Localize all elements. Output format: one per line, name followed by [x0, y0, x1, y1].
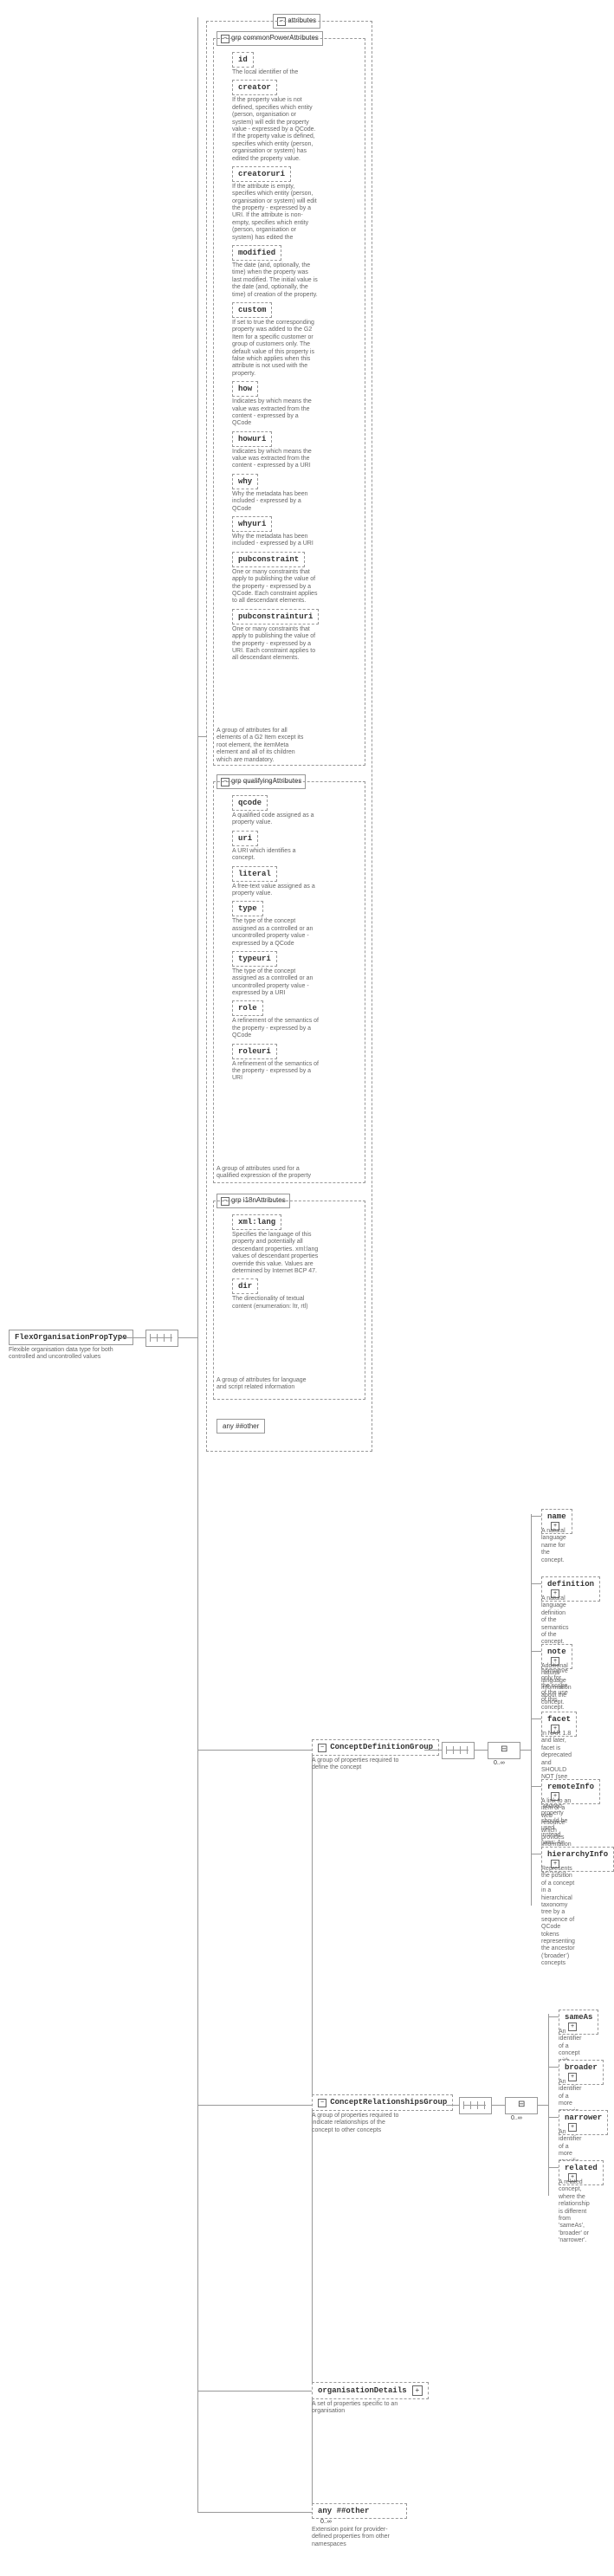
ext-any-desc: Extension point for provider-defined pro… [312, 2527, 407, 2548]
root-desc: Flexible organisation data type for both… [9, 1347, 121, 1362]
attr-why: why [232, 474, 258, 489]
attr-howuri: howuri [232, 431, 272, 447]
attr-pubconstrainturi: pubconstrainturi [232, 609, 319, 625]
attr-creatoruri: creatoruri [232, 166, 291, 182]
attr-literal: literal [232, 866, 277, 882]
attr-role: role [232, 1000, 263, 1016]
attr-typeuri: typeuri [232, 951, 277, 967]
concept-def-desc: A group of properties required to define… [312, 1757, 407, 1772]
any-other-attr: any ##other [217, 1419, 265, 1434]
qual-footer: A group of attributes used for a qualifi… [217, 1166, 312, 1181]
attr-modified: modified [232, 245, 281, 261]
attr-custom: custom [232, 302, 272, 318]
attr-id: id [232, 52, 254, 68]
attr-roleuri: roleuri [232, 1044, 277, 1059]
attr-xml-lang: xml:lang [232, 1214, 281, 1230]
attr-pubconstraint: pubconstraint [232, 552, 305, 567]
concept-definition-group: − ConceptDefinitionGroup [312, 1739, 439, 1756]
choice-icon [488, 1742, 520, 1759]
common-footer: A group of attributes for all elements o… [217, 728, 312, 764]
attr-qcode: qcode [232, 795, 268, 811]
root-label: FlexOrganisationPropType [15, 1333, 127, 1342]
sequence-icon [459, 2097, 492, 2114]
attr-creator: creator [232, 80, 277, 95]
root-type-box: FlexOrganisationPropType [9, 1330, 133, 1345]
attr-type: type [232, 901, 263, 916]
any-other-extension: any ##other [312, 2503, 407, 2519]
attr-whyuri: whyuri [232, 516, 272, 532]
attr-uri: uri [232, 831, 258, 846]
org-details-desc: A set of properties specific to an organ… [312, 2401, 407, 2416]
i18n-footer: A group of attributes for language and s… [217, 1377, 312, 1392]
sequence-icon [442, 1742, 475, 1759]
concept-rel-desc: A group of properties required to indica… [312, 2113, 407, 2134]
sequence-icon [145, 1330, 178, 1347]
attr-dir: dir [232, 1278, 258, 1294]
choice-icon [505, 2097, 538, 2114]
attr-how: how [232, 381, 258, 397]
concept-relationships-group: − ConceptRelationshipsGroup [312, 2094, 453, 2111]
organisation-details: organisationDetails + [312, 2382, 429, 2399]
